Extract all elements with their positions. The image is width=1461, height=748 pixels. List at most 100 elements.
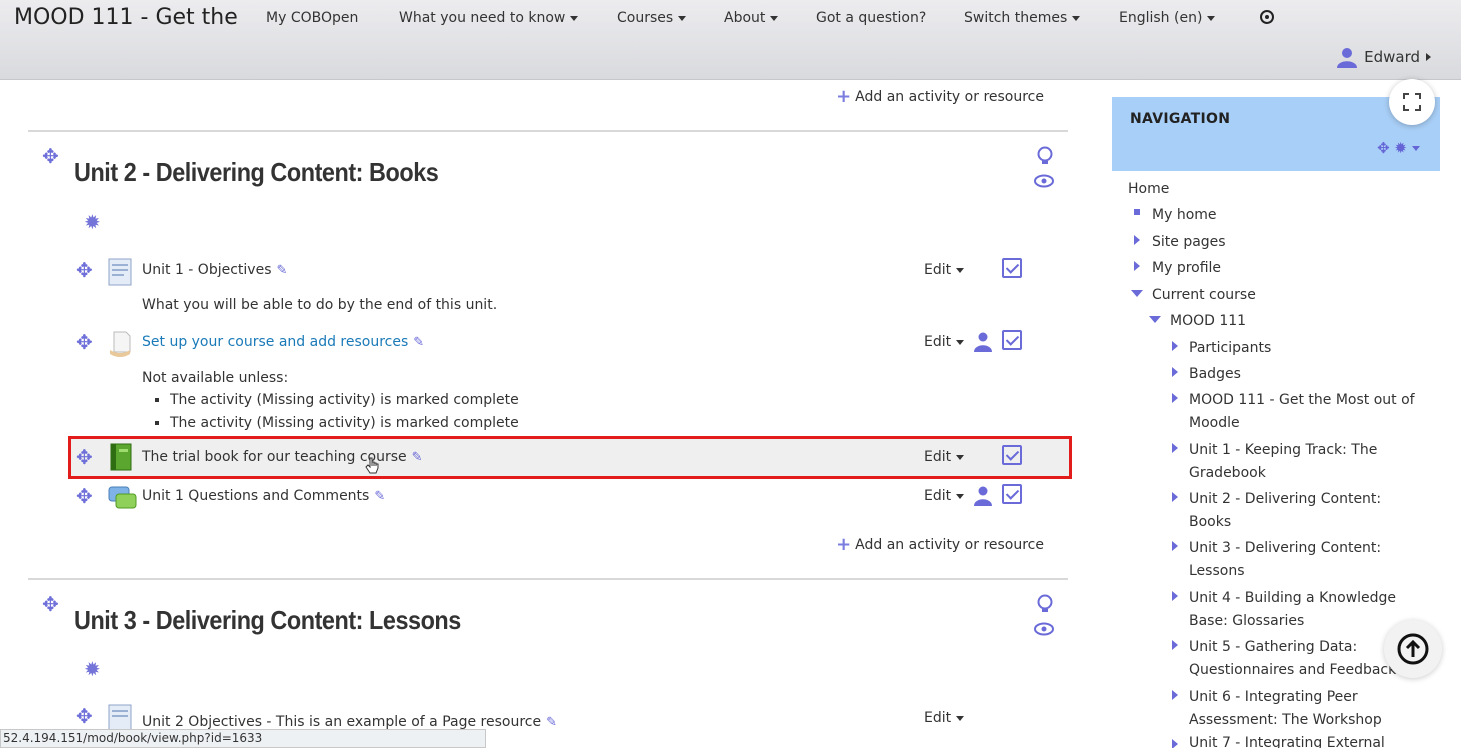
- move-activity-icon[interactable]: ✥: [76, 706, 93, 726]
- restriction-item: The activity (Missing activity) is marke…: [170, 392, 519, 415]
- nav-tree-unit-2[interactable]: Unit 2 - Delivering Content: Books: [1189, 488, 1409, 534]
- nav-tree-unit-4[interactable]: Unit 4 - Building a Knowledge Base: Glos…: [1189, 587, 1419, 633]
- expand-arrow-icon[interactable]: [1172, 640, 1178, 650]
- edit-menu[interactable]: Edit: [924, 488, 965, 504]
- scroll-to-top-button[interactable]: [1384, 620, 1442, 678]
- mouse-cursor-icon: [365, 457, 379, 474]
- fullscreen-toggle-icon[interactable]: [1389, 79, 1435, 125]
- edit-title-pencil-icon[interactable]: ✎: [546, 715, 557, 730]
- expand-arrow-icon[interactable]: [1172, 341, 1178, 351]
- site-title[interactable]: MOOD 111 - Get the: [14, 5, 238, 30]
- nav-switch-themes[interactable]: Switch themes: [964, 10, 1081, 26]
- collapse-arrow-icon[interactable]: [1149, 316, 1161, 323]
- expand-arrow-icon[interactable]: [1172, 690, 1178, 700]
- chevron-down-icon: [956, 339, 965, 345]
- activity-link[interactable]: Unit 2 Objectives - This is an example o…: [142, 714, 557, 730]
- activity-link[interactable]: Set up your course and add resources ✎: [142, 334, 424, 350]
- nav-tree-participants[interactable]: Participants: [1189, 340, 1271, 356]
- chevron-down-icon: [956, 454, 965, 460]
- edit-menu[interactable]: Edit: [924, 334, 965, 350]
- activity-row: ✥ Set up your course and add resources ✎ …: [68, 326, 1068, 362]
- nav-tree-unit-7[interactable]: Unit 7 - Integrating External: [1189, 735, 1385, 748]
- collapse-arrow-icon[interactable]: [1131, 290, 1143, 297]
- expand-arrow-icon[interactable]: [1134, 261, 1140, 271]
- forum-icon: [108, 486, 137, 509]
- edit-title-pencil-icon[interactable]: ✎: [374, 489, 385, 504]
- move-activity-icon[interactable]: ✥: [76, 260, 93, 280]
- completion-checkbox-icon[interactable]: [1002, 445, 1022, 465]
- nav-tree-mood-111[interactable]: MOOD 111: [1170, 313, 1246, 329]
- nav-courses[interactable]: Courses: [617, 10, 687, 26]
- expand-arrow-icon[interactable]: [1172, 541, 1178, 551]
- accessibility-icon[interactable]: [1259, 9, 1275, 29]
- edit-title-pencil-icon[interactable]: ✎: [412, 450, 423, 465]
- chevron-down-icon: [1207, 15, 1216, 21]
- add-activity-link[interactable]: + Add an activity or resource: [836, 536, 1044, 554]
- block-settings-gear-icon[interactable]: ✹: [1394, 139, 1407, 157]
- nav-my-cobopen[interactable]: My COBOpen: [266, 10, 358, 26]
- chevron-down-icon: [956, 715, 965, 721]
- highlight-lightbulb-icon[interactable]: [1036, 594, 1054, 617]
- restriction-title: Not available unless:: [142, 370, 289, 386]
- edit-title-pencil-icon[interactable]: ✎: [277, 263, 288, 278]
- expand-arrow-icon[interactable]: [1172, 443, 1178, 453]
- expand-arrow-icon[interactable]: [1134, 235, 1140, 245]
- nav-tree-my-home[interactable]: My home: [1152, 207, 1217, 223]
- add-activity-link[interactable]: + Add an activity or resource: [836, 88, 1044, 106]
- expand-arrow-icon[interactable]: [1172, 591, 1178, 601]
- edit-title-pencil-icon[interactable]: ✎: [413, 335, 424, 350]
- nav-tree-site-pages[interactable]: Site pages: [1152, 234, 1226, 250]
- nav-about[interactable]: About: [724, 10, 779, 26]
- nav-what-you-need-to-know[interactable]: What you need to know: [399, 10, 579, 26]
- visibility-eye-icon[interactable]: [1034, 622, 1054, 639]
- activity-row-highlighted: ✥ The trial book for our teaching course…: [68, 436, 1072, 479]
- move-section-icon[interactable]: ✥: [42, 594, 59, 614]
- activity-row: ✥ Unit 1 Questions and Comments ✎ Edit: [68, 480, 1068, 516]
- nav-tree-course-section[interactable]: MOOD 111 - Get the Most out of Moodle: [1189, 389, 1429, 435]
- move-block-icon[interactable]: ✥: [1377, 139, 1390, 157]
- completion-checkbox-icon[interactable]: [1002, 484, 1022, 504]
- book-icon: [110, 443, 132, 471]
- move-section-icon[interactable]: ✥: [42, 146, 59, 166]
- move-activity-icon[interactable]: ✥: [76, 447, 93, 467]
- navigation-title: NAVIGATION: [1130, 111, 1231, 127]
- nav-got-a-question[interactable]: Got a question?: [816, 10, 926, 26]
- expand-arrow-icon[interactable]: [1172, 492, 1178, 502]
- group-mode-person-icon[interactable]: [974, 332, 992, 352]
- edit-menu[interactable]: Edit: [924, 710, 965, 726]
- group-mode-person-icon[interactable]: [974, 486, 992, 506]
- activity-link[interactable]: The trial book for our teaching course ✎: [142, 449, 423, 465]
- nav-tree-unit-3[interactable]: Unit 3 - Delivering Content: Lessons: [1189, 537, 1409, 583]
- section-title-unit-2: Unit 2 - Delivering Content: Books: [74, 157, 439, 187]
- completion-checkbox-icon[interactable]: [1002, 330, 1022, 350]
- nav-tree-current-course[interactable]: Current course: [1152, 287, 1256, 303]
- restriction-list: The activity (Missing activity) is marke…: [142, 392, 519, 438]
- nav-tree-my-profile[interactable]: My profile: [1152, 260, 1221, 276]
- activity-link[interactable]: Unit 1 - Objectives ✎: [142, 262, 287, 278]
- visibility-eye-icon[interactable]: [1034, 174, 1054, 191]
- move-activity-icon[interactable]: ✥: [76, 486, 93, 506]
- expand-arrow-icon[interactable]: [1172, 393, 1178, 403]
- edit-menu[interactable]: Edit: [924, 449, 965, 465]
- section-divider: [28, 578, 1068, 580]
- activity-link[interactable]: Unit 1 Questions and Comments ✎: [142, 488, 385, 504]
- nav-tree-unit-6[interactable]: Unit 6 - Integrating Peer Assessment: Th…: [1189, 686, 1409, 732]
- expand-arrow-icon[interactable]: [1172, 367, 1178, 377]
- completion-checkbox-icon[interactable]: [1002, 258, 1022, 278]
- chevron-right-icon: [1426, 53, 1431, 61]
- highlight-lightbulb-icon[interactable]: [1036, 146, 1054, 169]
- nav-language[interactable]: English (en): [1119, 10, 1216, 26]
- user-menu[interactable]: Edward: [1336, 46, 1431, 68]
- edit-menu[interactable]: Edit: [924, 262, 965, 278]
- browser-status-url: 52.4.194.151/mod/book/view.php?id=1633: [0, 729, 486, 748]
- nav-tree-badges[interactable]: Badges: [1189, 366, 1241, 382]
- nav-tree-home[interactable]: Home: [1128, 181, 1169, 197]
- move-activity-icon[interactable]: ✥: [76, 332, 93, 352]
- section-settings-gear-icon[interactable]: ✹: [84, 659, 101, 679]
- expand-arrow-icon[interactable]: [1172, 739, 1178, 748]
- restriction-item: The activity (Missing activity) is marke…: [170, 415, 519, 438]
- section-settings-gear-icon[interactable]: ✹: [84, 212, 101, 232]
- nav-tree-unit-1[interactable]: Unit 1 - Keeping Track: The Gradebook: [1189, 439, 1409, 485]
- top-navbar: MOOD 111 - Get the My COBOpen What you n…: [0, 0, 1461, 80]
- chevron-down-icon: [1412, 146, 1420, 151]
